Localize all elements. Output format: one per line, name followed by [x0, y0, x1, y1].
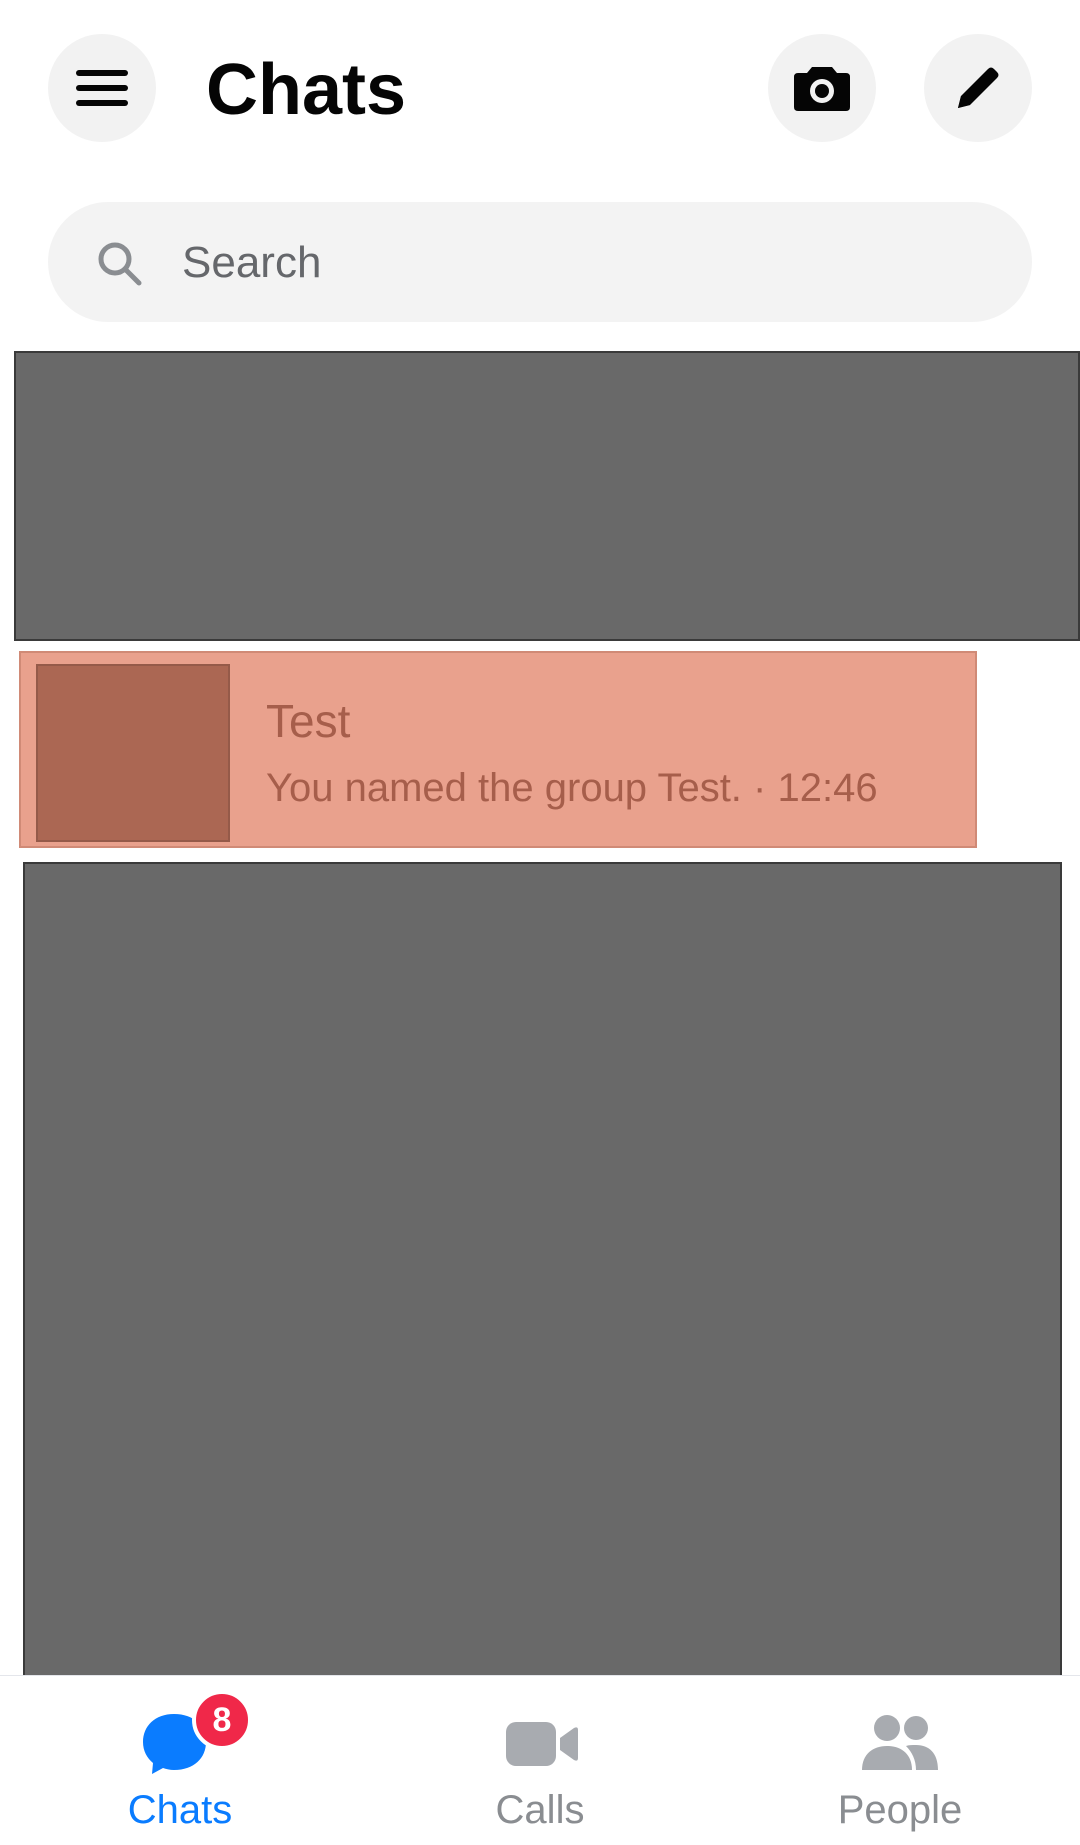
new-message-button[interactable] [924, 34, 1032, 142]
camera-icon [794, 67, 850, 111]
redacted-region [23, 862, 1062, 1685]
search-input[interactable] [180, 222, 984, 304]
messenger-app: Chats Test You named the group Test. · 1… [0, 0, 1080, 1845]
tab-label: People [837, 1788, 963, 1832]
tab-calls[interactable]: Calls [360, 1676, 720, 1845]
chat-name: Test [266, 695, 351, 747]
chat-item-test[interactable]: Test You named the group Test. · 12:46 [19, 651, 977, 848]
page-title: Chats [206, 50, 407, 130]
search-bar[interactable] [48, 202, 1032, 322]
people-icon [862, 1715, 938, 1770]
tab-people[interactable]: People [720, 1676, 1080, 1845]
hamburger-menu-icon [76, 70, 128, 106]
tab-chats[interactable]: 8 Chats [0, 1676, 360, 1845]
menu-button[interactable] [48, 34, 156, 142]
video-camera-icon [506, 1722, 578, 1766]
redacted-region [14, 351, 1080, 641]
search-icon [98, 242, 142, 286]
camera-button[interactable] [768, 34, 876, 142]
chat-avatar [36, 664, 230, 842]
unread-badge: 8 [192, 1690, 252, 1750]
pencil-icon [958, 67, 999, 108]
bottom-navigation: 8 Chats Calls People [0, 1675, 1080, 1845]
tab-label: Calls [495, 1788, 585, 1832]
tab-label: Chats [127, 1788, 233, 1832]
chat-preview: You named the group Test. · 12:46 [266, 766, 878, 810]
